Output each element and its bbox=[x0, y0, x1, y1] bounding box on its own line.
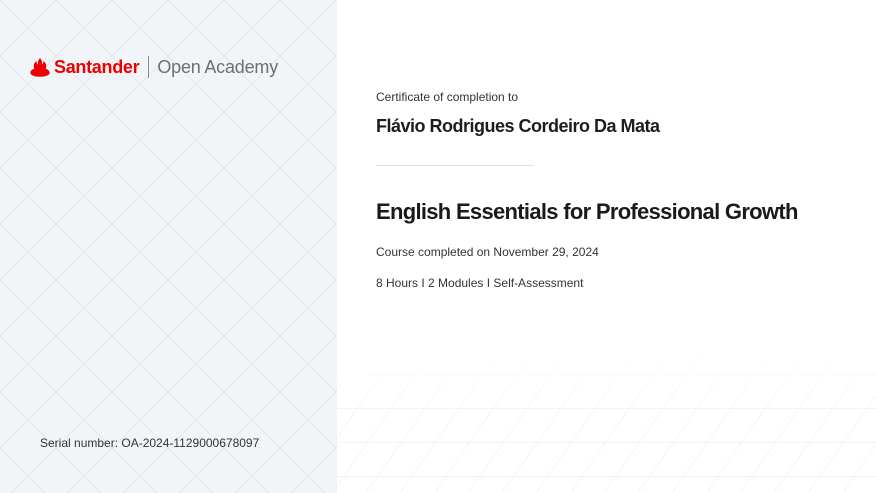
course-title: English Essentials for Professional Grow… bbox=[376, 199, 798, 224]
flame-icon bbox=[30, 58, 50, 77]
course-details: 8 Hours I 2 Modules I Self-Assessment bbox=[376, 276, 584, 290]
certificate-label: Certificate of completion to bbox=[376, 90, 519, 104]
sub-brand: Open Academy bbox=[157, 56, 279, 77]
recipient-name: Flávio Rodrigues Cordeiro Da Mata bbox=[376, 116, 660, 136]
brand-name: Santander bbox=[54, 56, 140, 77]
santander-logo: Santander Open Academy bbox=[30, 55, 278, 79]
completion-date: Course completed on November 29, 2024 bbox=[376, 245, 599, 259]
serial-number: Serial number: OA-2024-1129000678097 bbox=[40, 436, 260, 450]
right-panel: Certificate of completion to Flávio Rodr… bbox=[337, 0, 876, 493]
left-panel: Santander Open Academy Serial number: OA… bbox=[0, 0, 337, 493]
certificate-page: Santander Open Academy Serial number: OA… bbox=[0, 0, 876, 493]
logo-divider bbox=[148, 56, 150, 78]
divider-line bbox=[376, 165, 534, 166]
